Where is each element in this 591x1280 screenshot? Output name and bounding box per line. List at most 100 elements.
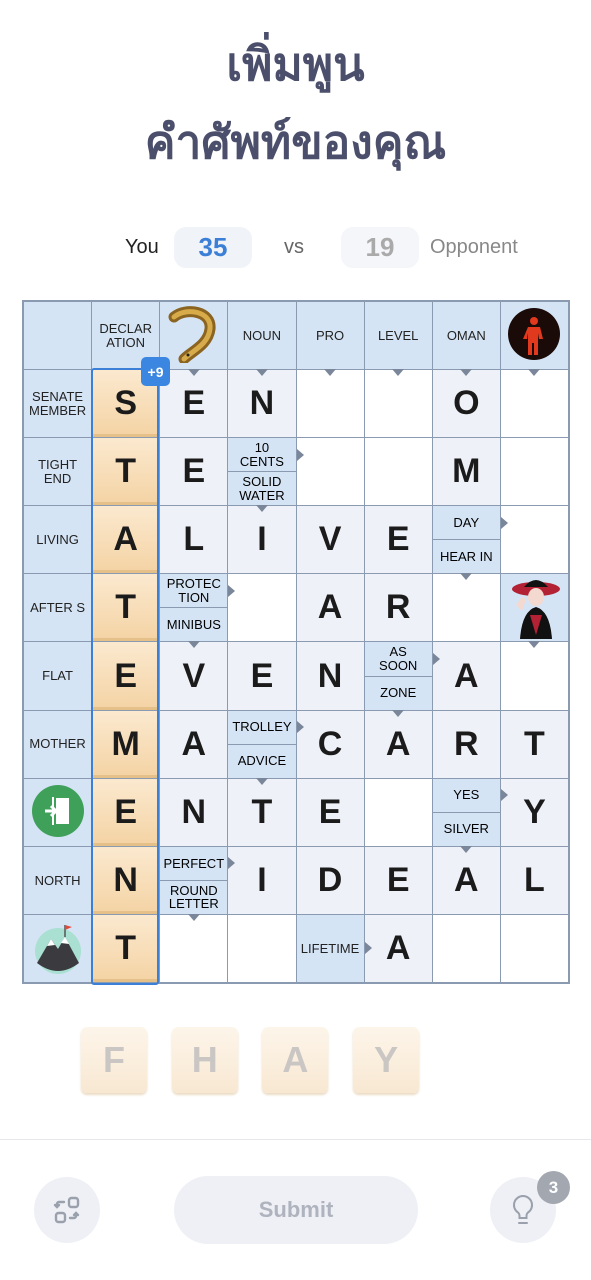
- exit-door-image: [31, 784, 84, 840]
- clue-cell: TIGHT END: [24, 438, 92, 506]
- letter-cell: T: [228, 778, 296, 846]
- placed-letter-tile[interactable]: E: [92, 642, 160, 710]
- empty-cell[interactable]: [296, 370, 364, 438]
- empty-cell[interactable]: [228, 574, 296, 642]
- across-clue: TROLLEY: [228, 710, 304, 744]
- letter-cell: A: [432, 846, 500, 914]
- letter-cell: A: [296, 574, 364, 642]
- down-clue: SOLID WATER: [228, 471, 296, 513]
- placed-letter-tile[interactable]: T: [92, 438, 160, 506]
- picture-clue-cell: [24, 914, 92, 982]
- split-clue-cell: PROTEC TION MINIBUS: [160, 574, 236, 649]
- empty-cell[interactable]: [432, 914, 500, 982]
- empty-cell[interactable]: [364, 778, 432, 846]
- empty-cell[interactable]: [364, 438, 432, 506]
- split-clue-cell: 10 CENTS SOLID WATER: [228, 438, 304, 513]
- across-clue: 10 CENTS: [228, 438, 304, 472]
- clue-cell: LIVING: [24, 506, 92, 574]
- empty-cell[interactable]: [500, 914, 568, 982]
- empty-cell[interactable]: [228, 914, 296, 982]
- across-clue: PERFECT: [160, 846, 236, 880]
- letter-cell: E: [228, 642, 296, 710]
- letter-cell: L: [160, 506, 228, 574]
- letter-cell: E: [160, 438, 228, 506]
- letter-cell: E: [364, 846, 432, 914]
- rack-letter-tile[interactable]: Y: [353, 1027, 420, 1093]
- placed-letter-tile[interactable]: M: [92, 710, 160, 778]
- split-clue-cell: AS SOON ZONE: [364, 642, 440, 717]
- letter-cell: V: [296, 506, 364, 574]
- submit-button[interactable]: Submit: [174, 1176, 418, 1244]
- word-bonus-badge: +9: [141, 357, 170, 386]
- traffic-light-image: [507, 307, 561, 364]
- placed-letter-tile[interactable]: E: [92, 778, 160, 846]
- down-clue: ZONE: [364, 675, 432, 717]
- letter-cell: R: [432, 710, 500, 778]
- across-clue: AS SOON: [364, 642, 440, 676]
- clue-cell: [24, 302, 92, 370]
- empty-cell[interactable]: [500, 642, 568, 710]
- clue-cell: MOTHER: [24, 710, 92, 778]
- letter-cell: N: [160, 778, 228, 846]
- crossword-grid: DECLAR ATION NOUN PRO LEVEL OMAN SENATE MEMBE…: [22, 300, 570, 984]
- picture-clue-cell: [500, 302, 568, 377]
- picture-clue-cell: [160, 302, 228, 377]
- placed-letter-tile[interactable]: T: [92, 914, 160, 982]
- placed-letter-tile[interactable]: A: [92, 506, 160, 574]
- shuffle-button[interactable]: [34, 1177, 100, 1243]
- empty-cell[interactable]: [364, 370, 432, 438]
- rack-letter-tile[interactable]: H: [171, 1027, 238, 1093]
- across-clue: YES: [432, 778, 509, 812]
- letter-cell: I: [228, 506, 296, 574]
- mountain-image: [33, 919, 83, 978]
- rack-letter-tile[interactable]: A: [262, 1027, 329, 1093]
- across-clue: DAY: [432, 506, 509, 540]
- vs-label: vs: [284, 235, 304, 258]
- letter-cell: V: [160, 642, 228, 710]
- clue-cell: FLAT: [24, 642, 92, 710]
- empty-cell[interactable]: [296, 438, 364, 506]
- down-clue: MINIBUS: [160, 607, 228, 649]
- clue-cell: NORTH: [24, 846, 92, 914]
- clue-cell: SENATE MEMBER: [24, 370, 92, 438]
- clue-cell: PRO: [296, 302, 364, 377]
- placed-letter-tile[interactable]: N: [92, 846, 160, 914]
- picture-clue-cell: [500, 574, 568, 649]
- empty-cell[interactable]: [500, 506, 568, 574]
- down-clue: HEAR IN: [432, 539, 500, 581]
- placed-letter-tile[interactable]: T: [92, 574, 160, 642]
- letter-cell: E: [364, 506, 432, 574]
- empty-cell[interactable]: [500, 370, 568, 438]
- split-clue-cell: PERFECT ROUND LETTER: [160, 846, 236, 921]
- letter-cell: N: [296, 642, 364, 710]
- opponent-label: Opponent: [430, 235, 518, 258]
- title-line-2: คำศัพท์ของคุณ: [144, 115, 447, 169]
- letter-cell: R: [364, 574, 432, 642]
- opponent-score: 19: [341, 227, 419, 268]
- you-label: You: [125, 235, 159, 258]
- empty-cell[interactable]: [160, 914, 228, 982]
- divider: [0, 1139, 591, 1140]
- letter-cell: T: [500, 710, 568, 778]
- letter-cell: A: [160, 710, 228, 778]
- letter-cell: E: [296, 778, 364, 846]
- title-line-1: เพิ่มพูน: [226, 37, 365, 91]
- letter-cell: E: [160, 370, 228, 438]
- down-clue: ADVICE: [228, 743, 296, 785]
- down-clue: SILVER: [432, 811, 500, 853]
- empty-cell[interactable]: [432, 574, 500, 642]
- letter-cell: Y: [500, 778, 568, 846]
- letter-cell: M: [432, 438, 500, 506]
- clue-cell: OMAN: [432, 302, 500, 377]
- clue-cell: LIFETIME: [296, 914, 372, 982]
- hint-count-badge: 3: [537, 1171, 570, 1204]
- letter-cell: D: [296, 846, 364, 914]
- letter-cell: A: [364, 710, 432, 778]
- eel-image: [166, 305, 222, 366]
- down-clue: ROUND LETTER: [160, 879, 228, 921]
- woman-hat-image: [506, 575, 562, 642]
- lightbulb-icon: [512, 1194, 534, 1224]
- rack-letter-tile[interactable]: F: [81, 1027, 147, 1093]
- empty-cell[interactable]: [500, 438, 568, 506]
- letter-cell: O: [432, 370, 500, 438]
